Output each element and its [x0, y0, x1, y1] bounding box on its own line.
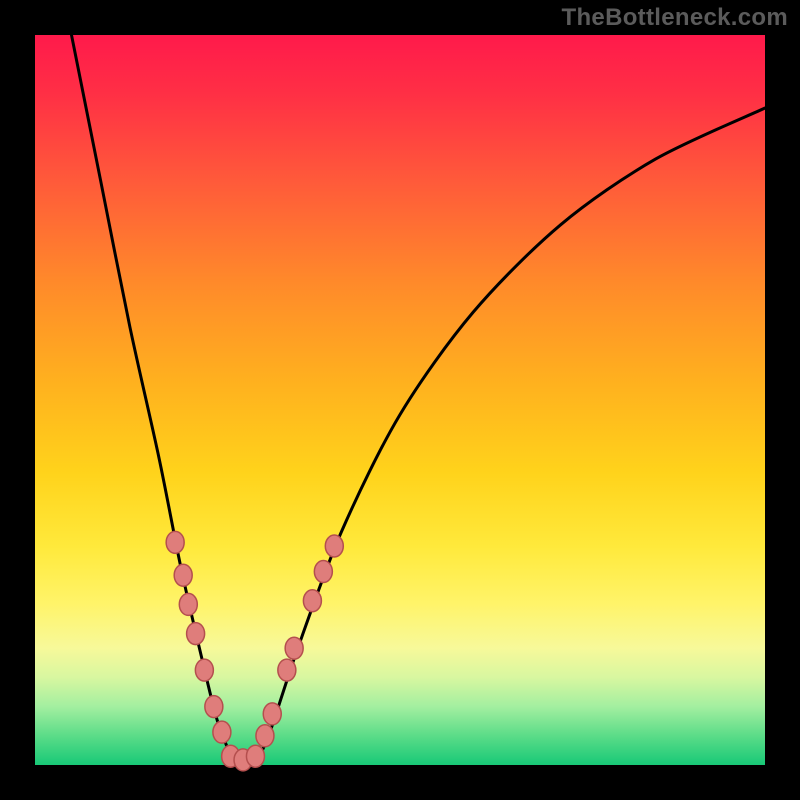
- data-marker: [195, 659, 213, 681]
- data-marker: [325, 535, 343, 557]
- curve-left-branch: [72, 35, 240, 765]
- chart-frame: TheBottleneck.com: [0, 0, 800, 800]
- data-marker: [314, 561, 332, 583]
- data-marker: [179, 593, 197, 615]
- data-marker: [263, 703, 281, 725]
- data-marker: [166, 531, 184, 553]
- data-marker: [213, 721, 231, 743]
- data-marker: [303, 590, 321, 612]
- data-marker: [278, 659, 296, 681]
- marker-group: [166, 531, 343, 771]
- data-marker: [174, 564, 192, 586]
- watermark-text: TheBottleneck.com: [562, 4, 788, 32]
- data-marker: [246, 745, 264, 767]
- plot-area: [35, 35, 765, 765]
- curve-layer: [35, 35, 765, 765]
- data-marker: [256, 725, 274, 747]
- data-marker: [285, 637, 303, 659]
- data-marker: [205, 696, 223, 718]
- curve-right-branch: [254, 108, 765, 765]
- data-marker: [187, 623, 205, 645]
